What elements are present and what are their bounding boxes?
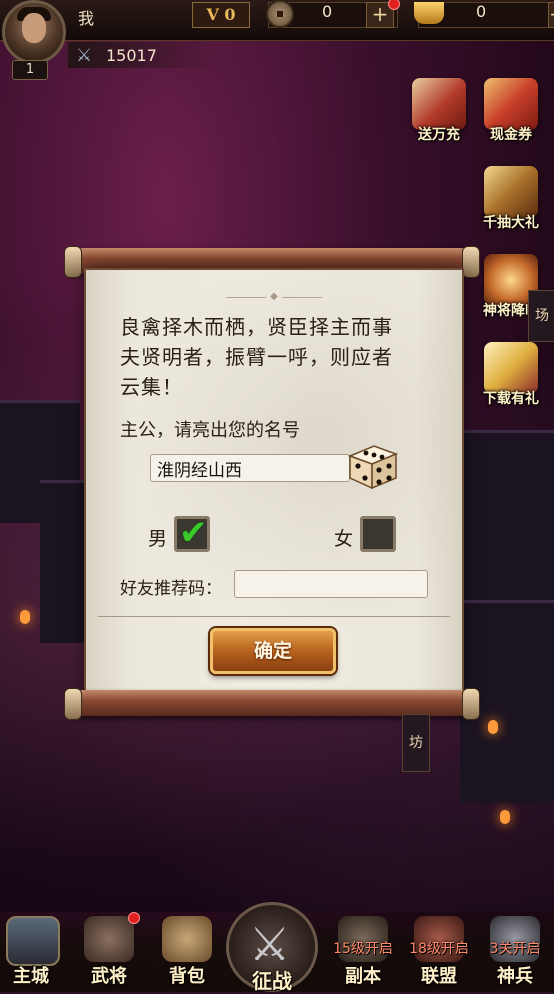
side-tab[interactable]: 坊 [402,714,430,772]
nav-main-city[interactable]: 主城 [0,916,68,992]
character-name-input[interactable] [150,454,350,482]
dialog-poem: 良禽择木而栖，贤臣择主而事 夫贤明者，振臂一呼，则应者 云集！ [120,312,440,402]
poem-line: 良禽择木而栖，贤臣择主而事 [120,315,393,339]
crossed-swords-icon: ⚔ [76,45,93,66]
coin-amount: 0 [322,2,333,21]
vip-badge[interactable]: V 0 [192,2,250,28]
create-character-dialog: ◆ 良禽择木而栖，贤臣择主而事 夫贤明者，振臂一呼，则应者 云集！ 主公，请亮出… [86,270,462,694]
general-helmet-icon [84,916,134,962]
nav-label: 副本 [345,966,381,987]
side-tab-top[interactable]: 场 [528,290,554,342]
poem-line: 夫贤明者，振臂一呼，则应者 [120,345,393,369]
male-checkbox[interactable]: ✔ [174,513,210,553]
male-label: 男 [148,528,168,550]
nav-generals[interactable]: 武将 [72,916,146,992]
ornament-divider: ◆ [226,292,322,302]
dialog-divider [98,616,450,617]
referral-code-input[interactable] [234,570,428,598]
event-label: 千抽大礼 [483,215,539,231]
nav-label: 神兵 [497,966,533,987]
nav-label: 征战 [252,969,292,993]
event-label: 现金券 [490,127,532,143]
nav-battle[interactable]: ⚔ 征战 [226,902,318,993]
notification-dot [128,912,140,924]
backpack-icon [162,916,212,962]
confirm-button[interactable]: 确定 [210,628,336,674]
checkmark-icon: ✔ [179,513,208,553]
female-label: 女 [334,528,354,550]
ingot-amount: 0 [476,2,487,21]
thousand-draw-icon [484,166,538,218]
unlock-hint: 3关开启 [489,941,541,957]
copper-coin-icon [266,0,294,28]
name-prompt: 主公，请亮出您的名号 [120,420,300,441]
download-gift-icon [484,342,538,394]
nav-label: 背包 [169,966,205,987]
event-label: 送万充 [418,127,460,143]
add-ingots-button[interactable]: + [548,2,554,28]
nav-label: 主城 [13,966,49,987]
nav-divine-weapon[interactable]: 3关开启 神兵 [478,916,552,992]
scroll-bottom-rod [64,688,480,720]
referral-code-label: 好友推荐码： [120,579,222,599]
unlock-hint: 15级开启 [333,941,393,957]
player-level-badge: 1 [12,60,48,80]
combat-power-row: ⚔ 15017 [68,42,218,68]
nav-label: 武将 [91,966,127,987]
random-name-dice-icon[interactable] [344,440,400,492]
player-avatar[interactable] [2,0,66,64]
female-checkbox[interactable] [360,516,396,552]
nav-backpack[interactable]: 背包 [150,916,224,992]
crossed-swords-icon: ⚔ [249,917,291,971]
nav-dungeon[interactable]: 15级开启 副本 [326,916,400,992]
player-name: 我 [78,9,95,28]
unlock-hint: 18级开启 [409,941,469,957]
event-label: 下载有礼 [483,391,539,407]
combat-power-value: 15017 [106,46,157,65]
palace-icon [6,916,60,966]
nav-alliance[interactable]: 18级开启 联盟 [402,916,476,992]
cash-coupon-icon [484,78,538,130]
recharge-gift-icon [412,78,466,130]
nav-label: 联盟 [421,966,457,987]
poem-line: 云集！ [120,375,183,399]
gold-ingot-icon [414,2,444,24]
